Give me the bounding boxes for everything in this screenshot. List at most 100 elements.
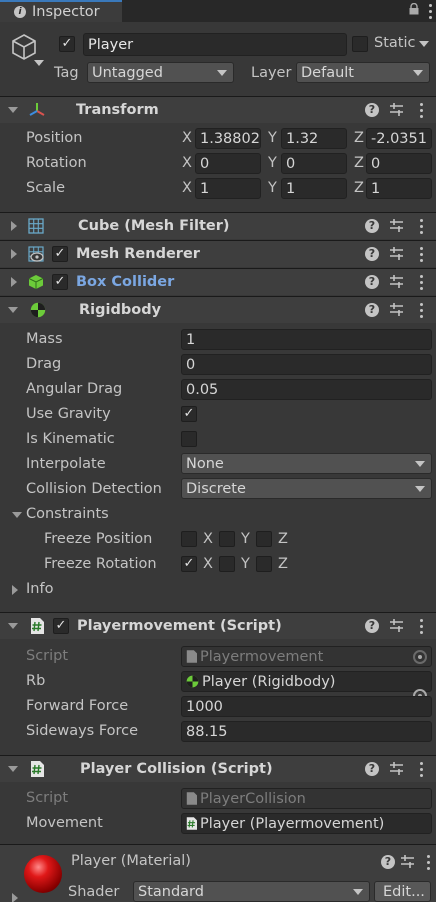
tab-inspector[interactable]: i Inspector	[0, 0, 122, 22]
kebab-icon[interactable]	[419, 303, 423, 318]
static-checkbox[interactable]	[352, 36, 368, 52]
foldout-arrow-icon[interactable]	[8, 766, 18, 772]
scale-z-field[interactable]: 1	[366, 178, 432, 199]
material-foldout-icon[interactable]	[12, 893, 18, 902]
mass-field[interactable]: 1	[181, 329, 432, 350]
kebab-icon[interactable]	[419, 762, 423, 777]
kebab-icon[interactable]	[419, 619, 423, 634]
help-icon[interactable]: ?	[365, 103, 379, 117]
box-collider-enabled-checkbox[interactable]: ✓	[52, 274, 68, 290]
help-icon[interactable]: ?	[365, 275, 379, 289]
drag-value: 0	[186, 356, 196, 373]
freeze-position-x-label: X	[203, 531, 213, 547]
help-icon[interactable]: ?	[365, 762, 379, 776]
kebab-icon[interactable]	[426, 855, 430, 870]
help-icon[interactable]: ?	[381, 855, 395, 869]
rotation-x-label[interactable]: X	[182, 155, 192, 171]
position-z-value: -2.0351	[371, 130, 427, 147]
foldout-arrow-icon[interactable]	[8, 623, 18, 629]
movement-field[interactable]: Player (Playermovement)	[181, 813, 432, 834]
foldout-arrow-icon[interactable]	[11, 249, 17, 259]
icon-dropdown-caret[interactable]	[34, 60, 44, 66]
freeze-position-label: Freeze Position	[44, 531, 153, 547]
tag-dropdown[interactable]: Untagged	[87, 62, 234, 83]
playermovement-enabled-checkbox[interactable]: ✓	[53, 618, 69, 634]
freeze-position-y-label: Y	[241, 531, 250, 547]
layer-dropdown[interactable]: Default	[296, 62, 430, 83]
is-kinematic-checkbox[interactable]	[181, 431, 197, 447]
preset-icon[interactable]	[390, 247, 403, 260]
preset-icon[interactable]	[390, 762, 403, 775]
scale-x-label[interactable]: X	[182, 180, 192, 196]
active-checkbox[interactable]: ✓	[59, 36, 75, 52]
mesh-renderer-enabled-checkbox[interactable]: ✓	[52, 246, 68, 262]
rotation-x-field[interactable]: 0	[195, 153, 261, 174]
position-z-field[interactable]: -2.0351	[366, 128, 432, 149]
position-y-field[interactable]: 1.32	[281, 128, 347, 149]
foldout-arrow-icon[interactable]	[11, 221, 17, 231]
mesh-renderer-title: Mesh Renderer	[76, 246, 200, 262]
foldout-arrow-icon[interactable]	[8, 107, 18, 113]
box-collider-icon	[28, 274, 44, 290]
object-name-field[interactable]: Player	[83, 33, 347, 56]
position-z-label[interactable]: Z	[354, 130, 364, 146]
scale-z-label[interactable]: Z	[354, 180, 364, 196]
freeze-rotation-y-checkbox[interactable]	[219, 556, 235, 572]
angular-drag-field[interactable]: 0.05	[181, 379, 432, 400]
freeze-rotation-x-checkbox[interactable]: ✓	[181, 556, 197, 572]
info-label[interactable]: Info	[26, 581, 53, 597]
preset-icon[interactable]	[401, 855, 414, 868]
help-icon[interactable]: ?	[365, 303, 379, 317]
foldout-arrow-icon[interactable]	[11, 277, 17, 287]
freeze-position-y-checkbox[interactable]	[219, 531, 235, 547]
rb-field[interactable]: Player (Rigidbody)	[181, 671, 432, 692]
lock-icon[interactable]	[409, 2, 419, 15]
script-icon	[186, 817, 197, 830]
script-icon	[30, 618, 44, 634]
scale-x-field[interactable]: 1	[195, 178, 261, 199]
rotation-z-field[interactable]: 0	[366, 153, 432, 174]
rotation-y-field[interactable]: 0	[281, 153, 347, 174]
position-x-field[interactable]: 1.38802	[195, 128, 261, 149]
object-picker-icon[interactable]	[413, 650, 427, 664]
freeze-rotation-z-checkbox[interactable]	[256, 556, 272, 572]
position-y-label[interactable]: Y	[268, 130, 277, 146]
info-foldout-icon[interactable]	[12, 585, 18, 595]
freeze-position-x-checkbox[interactable]	[181, 531, 197, 547]
preset-icon[interactable]	[390, 619, 403, 632]
foldout-arrow-icon[interactable]	[8, 307, 18, 313]
help-icon[interactable]: ?	[365, 619, 379, 633]
kebab-icon[interactable]	[419, 275, 423, 290]
angular-drag-label: Angular Drag	[26, 381, 123, 397]
sideways-force-field[interactable]: 88.15	[181, 721, 432, 742]
scale-y-label[interactable]: Y	[268, 180, 277, 196]
scale-label: Scale	[26, 180, 66, 196]
edit-shader-button[interactable]: Edit...	[374, 881, 431, 902]
collision-detection-dropdown[interactable]: Discrete	[181, 478, 432, 499]
constraints-foldout-icon[interactable]	[12, 512, 22, 518]
help-icon[interactable]: ?	[365, 219, 379, 233]
constraints-label[interactable]: Constraints	[26, 506, 109, 522]
kebab-icon[interactable]	[419, 219, 423, 234]
interpolate-dropdown[interactable]: None	[181, 453, 432, 474]
freeze-rotation-label: Freeze Rotation	[44, 556, 157, 572]
position-x-label[interactable]: X	[182, 130, 192, 146]
mass-value: 1	[186, 331, 196, 348]
use-gravity-checkbox[interactable]: ✓	[181, 406, 197, 422]
preset-icon[interactable]	[390, 303, 403, 316]
freeze-position-z-checkbox[interactable]	[256, 531, 272, 547]
preset-icon[interactable]	[390, 275, 403, 288]
shader-dropdown[interactable]: Standard	[133, 881, 370, 902]
kebab-icon[interactable]	[419, 247, 423, 262]
preset-icon[interactable]	[390, 103, 403, 116]
tab-menu-icon[interactable]	[428, 4, 432, 19]
rotation-y-label[interactable]: Y	[268, 155, 277, 171]
kebab-icon[interactable]	[419, 103, 423, 118]
preset-icon[interactable]	[390, 219, 403, 232]
help-icon[interactable]: ?	[365, 247, 379, 261]
static-dropdown-caret[interactable]	[419, 41, 429, 47]
rotation-z-label[interactable]: Z	[354, 155, 364, 171]
scale-y-field[interactable]: 1	[281, 178, 347, 199]
forward-force-field[interactable]: 1000	[181, 696, 432, 717]
drag-field[interactable]: 0	[181, 354, 432, 375]
